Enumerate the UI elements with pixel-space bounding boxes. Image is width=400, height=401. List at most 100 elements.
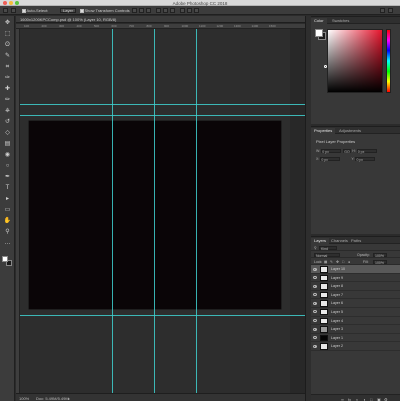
adjustment-layer-icon[interactable]: ◑ [363, 397, 365, 401]
lock-all-icon[interactable]: ● [348, 260, 350, 264]
path-select-tool-icon[interactable]: ▸ [3, 196, 12, 203]
new-layer-icon[interactable]: ▣ [377, 397, 381, 401]
hand-tool-icon[interactable]: ✋ [3, 218, 12, 225]
layer-row[interactable]: Layer 7 [311, 291, 400, 300]
more-tools-icon[interactable]: … [3, 240, 12, 247]
align-right-icon[interactable] [146, 8, 151, 13]
align-center-icon[interactable] [139, 8, 144, 13]
horizontal-guide[interactable] [20, 115, 305, 116]
type-tool-icon[interactable]: T [3, 185, 12, 192]
auto-select-checkbox[interactable]: Auto-Select: [22, 8, 48, 13]
visibility-eye-icon[interactable] [313, 284, 317, 288]
move-tool-icon[interactable]: ✥ [3, 20, 12, 27]
add-mask-icon[interactable]: ◐ [356, 397, 358, 401]
eraser-tool-icon[interactable]: ◇ [3, 130, 12, 137]
visibility-eye-icon[interactable] [313, 327, 317, 331]
pen-tool-icon[interactable]: ✒ [3, 174, 12, 181]
vertical-guide[interactable] [196, 29, 197, 393]
layer-row[interactable]: Layer 6 [311, 299, 400, 308]
layer-row[interactable]: Layer 1 [311, 334, 400, 343]
dark-rectangle-layer[interactable] [29, 121, 281, 309]
healing-tool-icon[interactable]: ✚ [3, 86, 12, 93]
distribute-icon[interactable] [187, 8, 192, 13]
visibility-eye-icon[interactable] [313, 267, 317, 271]
layer-row[interactable]: Layer 10 [311, 265, 400, 274]
visibility-eye-icon[interactable] [313, 319, 317, 323]
blend-mode-dropdown[interactable]: Normal [314, 252, 340, 258]
tab-swatches[interactable]: Swatches [329, 18, 352, 24]
history-brush-tool-icon[interactable]: ↺ [3, 119, 12, 126]
tab-color[interactable]: Color [311, 18, 327, 24]
align-middle-icon[interactable] [163, 8, 168, 13]
blur-tool-icon[interactable]: ◉ [3, 152, 12, 159]
show-transform-checkbox[interactable]: Show Transform Controls [80, 8, 130, 13]
vertical-guide[interactable] [112, 29, 113, 393]
lasso-tool-icon[interactable]: ʘ [3, 42, 12, 49]
toolbar-foreground-swatch[interactable] [2, 256, 8, 262]
clone-stamp-tool-icon[interactable]: ⎈ [3, 108, 12, 115]
distribute-icon[interactable] [180, 8, 185, 13]
layer-row[interactable]: Layer 2 [311, 342, 400, 351]
marquee-tool-icon[interactable]: ⬚ [3, 31, 12, 38]
home-icon[interactable] [3, 8, 8, 13]
visibility-eye-icon[interactable] [313, 344, 317, 348]
shape-tool-icon[interactable]: ▭ [3, 207, 12, 214]
align-bottom-icon[interactable] [170, 8, 175, 13]
new-group-icon[interactable]: □ [370, 397, 372, 401]
visibility-eye-icon[interactable] [313, 293, 317, 297]
move-tool-preset-icon[interactable] [11, 8, 16, 13]
zoom-tool-icon[interactable]: ⚲ [3, 229, 12, 236]
link-dimensions-button[interactable]: GO [343, 149, 352, 154]
search-icon[interactable] [380, 8, 385, 13]
document-size[interactable]: Doc: 5.49M/5.49M [36, 396, 69, 401]
auto-select-dropdown[interactable]: Layer [60, 8, 77, 13]
layer-row[interactable]: Layer 3 [311, 325, 400, 334]
layer-filter-dropdown[interactable]: Kind [319, 245, 337, 251]
visibility-eye-icon[interactable] [313, 301, 317, 305]
layer-row[interactable]: Layer 8 [311, 282, 400, 291]
eyedropper-tool-icon[interactable]: ✑ [3, 75, 12, 82]
lock-pixels-icon[interactable]: ✎ [330, 260, 333, 264]
height-field[interactable]: 0 px [356, 149, 377, 154]
layer-row[interactable]: Layer 5 [311, 308, 400, 317]
width-field[interactable]: 0 px [321, 149, 342, 154]
dodge-tool-icon[interactable]: ○ [3, 163, 12, 170]
layer-row[interactable]: Layer 4 [311, 317, 400, 326]
color-picker-marker[interactable] [324, 65, 327, 68]
canvas-workspace[interactable] [20, 29, 305, 393]
y-field[interactable]: 0 px [355, 157, 376, 162]
color-field[interactable] [327, 29, 383, 93]
tab-adjustments[interactable]: Adjustments [336, 128, 364, 134]
link-layers-icon[interactable]: ∞ [341, 397, 344, 401]
lock-transparent-icon[interactable]: ▦ [324, 260, 327, 264]
x-field[interactable]: 0 px [320, 157, 341, 162]
layer-style-icon[interactable]: fx [348, 397, 351, 401]
tab-properties[interactable]: Properties [311, 128, 336, 134]
document-tab[interactable]: 1600x1200KPCComp.psd @ 100% (Layer 10, R… [16, 16, 305, 23]
horizontal-guide[interactable] [20, 315, 305, 316]
lock-artboard-icon[interactable]: □ [342, 260, 344, 264]
quick-select-tool-icon[interactable]: ✎ [3, 53, 12, 60]
layer-row[interactable]: Layer 9 [311, 274, 400, 283]
zoom-level[interactable]: 100% [19, 396, 29, 401]
horizontal-guide[interactable] [20, 104, 305, 105]
lock-position-icon[interactable]: ✥ [336, 260, 339, 264]
opacity-field[interactable]: 100% [373, 252, 387, 258]
visibility-eye-icon[interactable] [313, 276, 317, 280]
align-top-icon[interactable] [156, 8, 161, 13]
distribute-icon[interactable] [194, 8, 199, 13]
hue-slider[interactable] [386, 29, 391, 93]
visibility-eye-icon[interactable] [313, 336, 317, 340]
workspace-icon[interactable] [388, 8, 393, 13]
gradient-tool-icon[interactable]: ▤ [3, 141, 12, 148]
layer-thumbnail [320, 283, 328, 290]
brush-tool-icon[interactable]: ✏ [3, 97, 12, 104]
chevron-right-icon[interactable]: ▸ [68, 396, 70, 401]
vertical-guide[interactable] [154, 29, 155, 393]
align-left-icon[interactable] [132, 8, 137, 13]
delete-layer-icon[interactable]: ♻ [384, 397, 388, 401]
visibility-eye-icon[interactable] [313, 310, 317, 314]
foreground-color-swatch[interactable] [315, 29, 323, 37]
crop-tool-icon[interactable]: ⌗ [3, 64, 12, 71]
fill-field[interactable]: 100% [373, 259, 387, 265]
